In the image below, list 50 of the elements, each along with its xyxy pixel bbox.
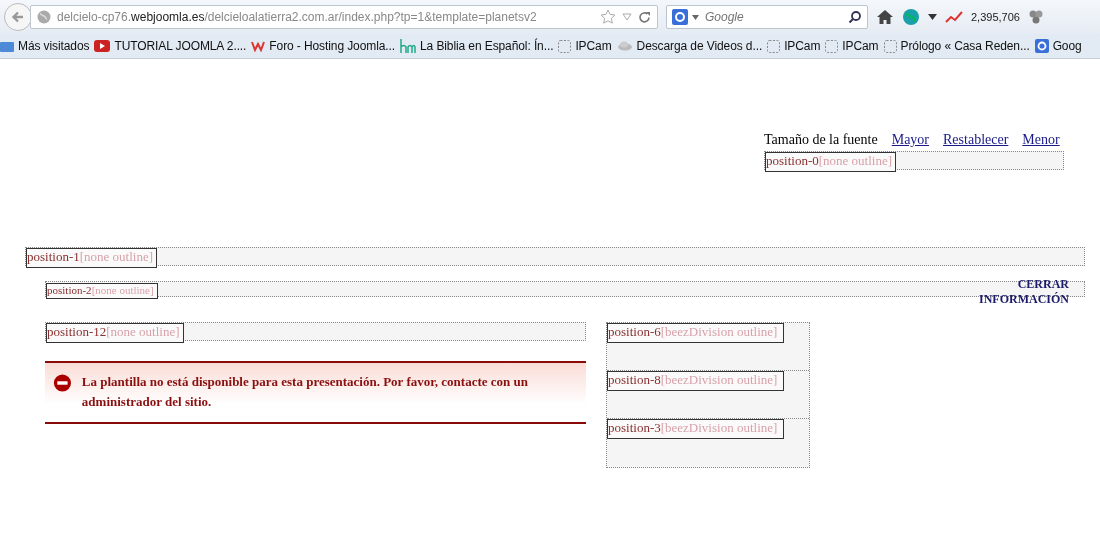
cloud-icon: [616, 41, 633, 51]
globe-icon[interactable]: [902, 8, 920, 26]
font-size-link[interactable]: Restablecer: [943, 132, 1009, 148]
bookmark-link[interactable]: TUTORIAL JOOMLA 2....: [94, 39, 247, 53]
bookmark-link[interactable]: IPCam: [825, 39, 879, 53]
folder-icon: [0, 39, 14, 53]
bookmark-link[interactable]: Más visitados: [0, 39, 90, 53]
w-logo-icon: [251, 40, 266, 52]
address-bar[interactable]: delcielo-cp76.webjoomla.es/delcieloalatierra2.com.ar/index.php?tp=1&template=planetsv2: [30, 5, 658, 29]
google-icon: [1034, 39, 1049, 53]
play-icon: [94, 40, 111, 52]
chart-icon[interactable]: [945, 10, 963, 24]
google-icon: [672, 9, 688, 25]
blank-page-icon: [558, 39, 572, 53]
blank-page-icon: [767, 39, 781, 53]
error-icon: [53, 372, 72, 394]
position-label: position-12[none outline]: [46, 323, 184, 343]
url-text: delcielo-cp76.webjoomla.es/delcieloalatierra2.com.ar/index.php?tp=1&template=planetsv2: [57, 10, 538, 24]
star-icon[interactable]: [600, 9, 616, 25]
caret-icon[interactable]: [928, 14, 937, 20]
position-label: position-2[none outline]: [46, 283, 158, 299]
font-size-label: Tamaño de la fuente: [764, 132, 878, 148]
position-label: position-8[beezDivision outline]: [607, 371, 784, 391]
bookmark-link[interactable]: IPCam: [767, 39, 821, 53]
hm-logo-icon: [400, 39, 416, 53]
home-icon[interactable]: [876, 9, 894, 25]
back-button[interactable]: [4, 3, 32, 31]
position-label: position-6[beezDivision outline]: [607, 323, 784, 343]
position-label: position-1[none outline]: [26, 248, 158, 268]
position-label: position-3[beezDivision outline]: [607, 419, 784, 439]
bookmark-link[interactable]: La Biblia en Español: Ín...: [400, 39, 554, 53]
font-size-link[interactable]: Menor: [1022, 132, 1060, 148]
caret-icon: [692, 14, 699, 20]
bookmark-link[interactable]: Prólogo « Casa Reden...: [883, 39, 1030, 53]
bookmark-link[interactable]: Foro - Hosting Joomla...: [251, 39, 395, 53]
error-message: La plantilla no está disponible para esta presentación. Por favor, contacte con un administrador del sitio.: [81, 373, 529, 411]
bookmark-link[interactable]: IPCam: [558, 39, 612, 53]
search-field[interactable]: Google: [666, 5, 868, 29]
close-info-link[interactable]: CERRAR INFORMACIÓN: [959, 277, 1069, 307]
position-label: position-0[none outline]: [765, 152, 897, 172]
search-icon[interactable]: [848, 10, 862, 24]
bookmark-link[interactable]: Descarga de Videos d...: [616, 39, 763, 53]
back-arrow-icon: [11, 10, 25, 24]
globe-icon: [37, 10, 51, 24]
visit-counter: 2,395,706: [971, 11, 1020, 23]
bookmark-link[interactable]: Goog: [1034, 39, 1082, 53]
font-size-link[interactable]: Mayor: [891, 132, 930, 148]
blank-page-icon: [825, 39, 839, 53]
reload-icon[interactable]: [638, 10, 651, 24]
blank-page-icon: [883, 39, 897, 53]
